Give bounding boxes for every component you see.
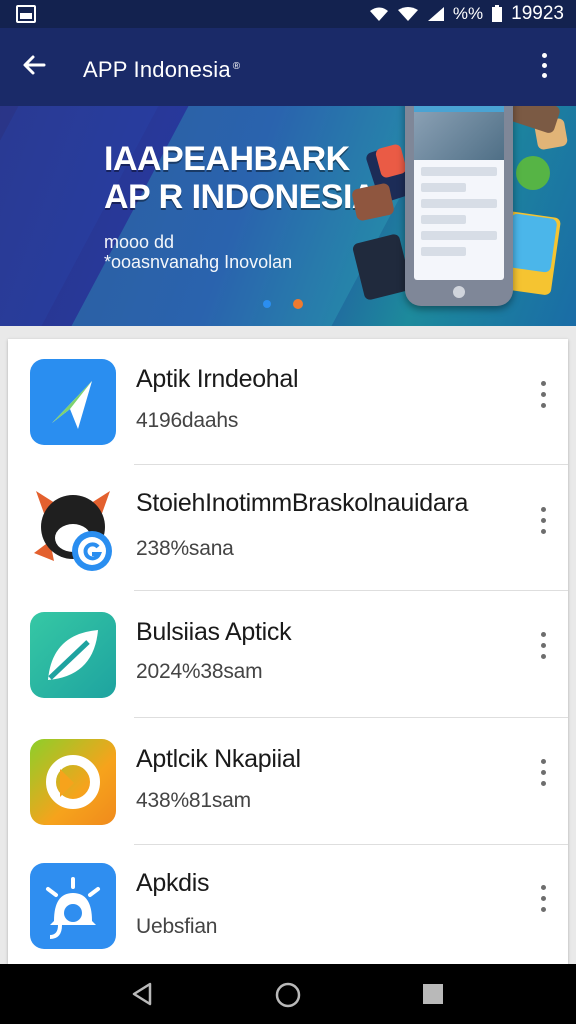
overflow-menu-button[interactable] bbox=[532, 48, 556, 84]
banner-subtitle-line-2: *ooasnvanahg Inovolan bbox=[104, 252, 293, 272]
banner-subtitle-line-1: mooo dd bbox=[104, 232, 175, 252]
wifi-icon bbox=[369, 7, 388, 21]
nav-back-button[interactable] bbox=[130, 981, 154, 1012]
app-icon-refresh bbox=[30, 739, 116, 825]
nav-back-icon bbox=[132, 982, 152, 1006]
battery-icon bbox=[492, 5, 503, 22]
clock: 19923 bbox=[511, 3, 564, 24]
registered-mark: ® bbox=[232, 60, 241, 72]
divider bbox=[134, 590, 568, 591]
item-more-button[interactable] bbox=[536, 626, 550, 666]
page-title-text: APP Indonesia bbox=[83, 57, 231, 82]
refresh-circle-icon bbox=[46, 755, 100, 809]
nav-home-icon bbox=[275, 982, 301, 1008]
app-meta: 238%sana bbox=[136, 537, 234, 560]
more-vert-icon bbox=[540, 632, 546, 637]
banner-dot bbox=[293, 299, 303, 309]
floating-app-icon bbox=[516, 156, 550, 190]
phone-screen bbox=[414, 106, 504, 280]
app-icon-maps bbox=[30, 359, 116, 445]
list-item[interactable]: StoiehInotimmBraskolnauidara 238%sana bbox=[8, 465, 568, 591]
page-title: APP Indonesia ® bbox=[83, 57, 240, 83]
more-vert-icon bbox=[541, 53, 547, 58]
divider bbox=[134, 717, 568, 718]
app-name: Aptik Irndeohal bbox=[136, 365, 299, 393]
app-icon-leaf bbox=[30, 612, 116, 698]
app-name: Bulsiias Aptick bbox=[136, 618, 292, 646]
app-name: Aptlcik Nkapiial bbox=[136, 745, 301, 773]
phone-illustration bbox=[405, 106, 513, 306]
banner-dot bbox=[263, 300, 271, 308]
list-item[interactable]: Apkdis Uebsfian bbox=[8, 845, 568, 964]
navigation-arrow-icon bbox=[52, 381, 92, 429]
app-meta: 438%81sam bbox=[136, 789, 251, 812]
more-vert-icon bbox=[540, 381, 546, 386]
item-more-button[interactable] bbox=[536, 753, 550, 793]
status-bar: %% 19923 bbox=[0, 0, 576, 28]
banner-heading-line-1: IAAPEAHBARK bbox=[104, 140, 350, 178]
hero-banner: IAAPEAHBARK AP R INDONESIAI mooo dd *ooa… bbox=[0, 106, 576, 326]
app-bar: APP Indonesia ® bbox=[0, 28, 576, 106]
app-icon-mascot bbox=[30, 483, 116, 571]
back-button[interactable] bbox=[18, 50, 52, 84]
item-more-button[interactable] bbox=[536, 501, 550, 541]
list-item[interactable]: Aptlcik Nkapiial 438%81sam bbox=[8, 719, 568, 845]
list-item[interactable]: Aptik Irndeohal 4196daahs bbox=[8, 339, 568, 465]
leaf-icon bbox=[48, 630, 98, 680]
more-vert-icon bbox=[540, 759, 546, 764]
system-nav-bar bbox=[0, 964, 576, 1024]
banner-heading: IAAPEAHBARK AP R INDONESIAI bbox=[104, 140, 385, 216]
alarm-bell-icon bbox=[46, 877, 100, 939]
floating-app-icon bbox=[351, 233, 413, 301]
status-icons: %% 19923 bbox=[369, 3, 564, 24]
app-name: StoiehInotimmBraskolnauidara bbox=[136, 489, 469, 517]
list-item[interactable]: Bulsiias Aptick 2024%38sam bbox=[8, 592, 568, 718]
more-vert-icon bbox=[540, 885, 546, 890]
signal-icon bbox=[397, 7, 418, 21]
more-vert-icon bbox=[540, 507, 546, 512]
app-icon-alarm bbox=[30, 863, 116, 949]
item-more-button[interactable] bbox=[536, 879, 550, 919]
status-percent: %% bbox=[452, 4, 484, 23]
app-list: Aptik Irndeohal 4196daahs StoiehInotimmB… bbox=[8, 339, 568, 964]
app-meta: 2024%38sam bbox=[136, 660, 263, 683]
app-meta: Uebsfian bbox=[136, 915, 218, 938]
nav-home-button[interactable] bbox=[274, 981, 302, 1014]
mascot-icon bbox=[34, 491, 112, 571]
banner-subtitle: mooo dd *ooasnvanahg Inovolan bbox=[104, 232, 292, 272]
signal-bars-icon bbox=[427, 7, 444, 21]
app-name: Apkdis bbox=[136, 869, 210, 897]
app-meta: 4196daahs bbox=[136, 409, 239, 432]
item-more-button[interactable] bbox=[536, 375, 550, 415]
nav-recents-button[interactable] bbox=[421, 981, 445, 1012]
gallery-icon bbox=[16, 5, 36, 23]
nav-recents-icon bbox=[423, 984, 443, 1004]
arrow-left-icon bbox=[23, 55, 46, 75]
banner-heading-line-2: AP R INDONESIAI bbox=[104, 178, 385, 216]
